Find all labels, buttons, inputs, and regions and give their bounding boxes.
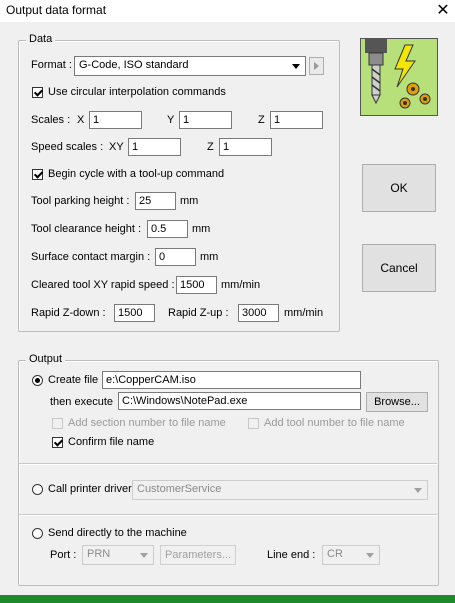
- dialog-window: Output data format ✕ Data Format : G-Cod…: [0, 0, 455, 603]
- format-label: Format :: [31, 59, 72, 71]
- parameters-label: Parameters...: [164, 549, 232, 561]
- printer-driver-label: Call printer driver: [48, 483, 132, 495]
- confirm-file-checkbox[interactable]: [52, 437, 63, 448]
- clearance-height-unit: mm: [192, 223, 211, 235]
- rapid-zup-unit: mm/min: [284, 307, 324, 319]
- parking-height-label: Tool parking height :: [31, 195, 130, 207]
- port-select[interactable]: PRN: [82, 545, 154, 565]
- data-group-legend: Data: [26, 33, 56, 45]
- line-end-value: CR: [327, 548, 343, 560]
- parking-height-input[interactable]: 25: [135, 192, 176, 210]
- create-file-label: Create file: [48, 374, 99, 386]
- close-button[interactable]: ✕: [431, 0, 455, 22]
- chevron-right-icon: [314, 62, 319, 70]
- clearance-height-input[interactable]: 0.5: [147, 220, 188, 238]
- speed-z-label: Z: [207, 141, 214, 153]
- chevron-down-icon: [366, 553, 374, 558]
- tool-up-checkbox[interactable]: [32, 169, 43, 180]
- format-value: G-Code, ISO standard: [79, 59, 189, 71]
- rapid-speed-input[interactable]: 1500: [176, 276, 217, 294]
- chevron-down-icon: [292, 64, 300, 69]
- output-divider-2: [19, 514, 437, 516]
- window-title: Output data format: [6, 3, 107, 17]
- circular-interpolation-label: Use circular interpolation commands: [48, 86, 226, 98]
- cancel-button[interactable]: Cancel: [362, 244, 436, 292]
- printer-driver-value: CustomerService: [137, 483, 222, 495]
- scale-x-input[interactable]: 1: [89, 111, 142, 129]
- port-label: Port :: [50, 549, 77, 561]
- parameters-button[interactable]: Parameters...: [160, 545, 236, 565]
- cnc-logo-icon: [360, 38, 438, 116]
- scales-label: Scales :: [31, 114, 71, 126]
- line-end-label: Line end :: [267, 549, 316, 561]
- surface-margin-unit: mm: [200, 251, 219, 263]
- browse-label: Browse...: [374, 396, 420, 408]
- scale-x-label: X: [77, 114, 85, 126]
- output-divider-1: [19, 463, 437, 465]
- format-next-button[interactable]: [309, 57, 324, 75]
- surface-margin-label: Surface contact margin :: [31, 251, 151, 263]
- printer-driver-select[interactable]: CustomerService: [132, 480, 428, 500]
- speed-xy-label: XY: [109, 141, 124, 153]
- taskbar-strip: [0, 595, 455, 603]
- ok-button[interactable]: OK: [362, 164, 436, 212]
- add-tool-label: Add tool number to file name: [264, 417, 405, 429]
- surface-margin-input[interactable]: 0: [155, 248, 196, 266]
- rapid-speed-label: Cleared tool XY rapid speed :: [31, 279, 175, 291]
- create-file-radio[interactable]: [32, 375, 43, 386]
- browse-button[interactable]: Browse...: [366, 392, 428, 412]
- title-bar: Output data format ✕: [0, 0, 455, 22]
- then-execute-input[interactable]: C:\Windows\NotePad.exe: [118, 392, 361, 410]
- printer-driver-radio[interactable]: [32, 484, 43, 495]
- then-execute-label: then execute: [50, 396, 113, 408]
- scale-z-input[interactable]: 1: [270, 111, 323, 129]
- rapid-zup-input[interactable]: 3000: [238, 304, 279, 322]
- ok-label: OK: [390, 181, 408, 195]
- send-machine-label: Send directly to the machine: [48, 527, 187, 539]
- tool-up-label: Begin cycle with a tool-up command: [48, 168, 225, 180]
- line-end-select[interactable]: CR: [322, 545, 380, 565]
- rapid-zdown-input[interactable]: 1500: [114, 304, 155, 322]
- add-section-checkbox[interactable]: [52, 418, 63, 429]
- create-file-input[interactable]: e:\CopperCAM.iso: [102, 371, 361, 389]
- clearance-height-label: Tool clearance height :: [31, 223, 142, 235]
- scale-y-label: Y: [167, 114, 175, 126]
- speed-z-input[interactable]: 1: [219, 138, 272, 156]
- parking-height-unit: mm: [180, 195, 199, 207]
- cancel-label: Cancel: [380, 261, 418, 275]
- rapid-speed-unit: mm/min: [221, 279, 261, 291]
- rapid-zup-label: Rapid Z-up :: [168, 307, 229, 319]
- send-machine-radio[interactable]: [32, 528, 43, 539]
- chevron-down-icon: [140, 553, 148, 558]
- add-section-label: Add section number to file name: [68, 417, 226, 429]
- add-tool-checkbox[interactable]: [248, 418, 259, 429]
- scale-y-input[interactable]: 1: [179, 111, 232, 129]
- confirm-file-label: Confirm file name: [68, 436, 155, 448]
- port-value: PRN: [87, 548, 111, 560]
- output-group-legend: Output: [26, 353, 66, 365]
- rapid-zdown-label: Rapid Z-down :: [31, 307, 106, 319]
- circular-interpolation-checkbox[interactable]: [32, 87, 43, 98]
- speed-scales-label: Speed scales :: [31, 141, 104, 153]
- speed-xy-input[interactable]: 1: [128, 138, 181, 156]
- format-select[interactable]: G-Code, ISO standard: [74, 56, 306, 76]
- scale-z-label: Z: [258, 114, 265, 126]
- chevron-down-icon: [414, 488, 422, 493]
